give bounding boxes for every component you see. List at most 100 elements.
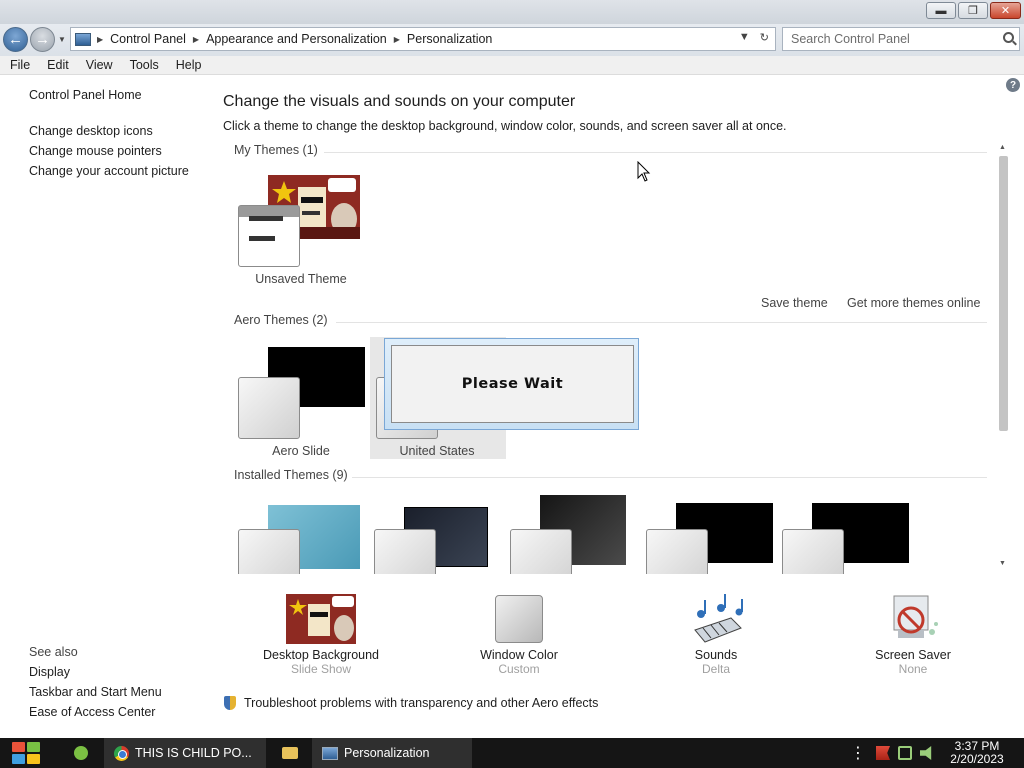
system-tray: ⋮ 3:37 PM 2/20/2023 <box>850 738 1024 768</box>
theme-installed-4[interactable] <box>646 503 778 574</box>
explorer-taskbar-button[interactable] <box>274 738 304 768</box>
control-panel-icon <box>75 32 91 46</box>
taskbar-app-label: THIS IS CHILD PO... <box>135 746 252 760</box>
theme-installed-1[interactable] <box>238 503 370 574</box>
change-mouse-pointers-link[interactable]: Change mouse pointers <box>29 144 162 158</box>
please-wait-text: Please Wait <box>391 345 634 423</box>
mouse-cursor-icon <box>637 161 651 182</box>
windows-logo-icon-part <box>27 742 40 752</box>
network-icon[interactable] <box>898 746 912 760</box>
personalization-taskbar-button[interactable]: Personalization <box>312 738 472 768</box>
window-controls: ▬ ❐ ✕ <box>926 2 1021 19</box>
bottom-label: Window Color <box>480 648 558 662</box>
menu-tools[interactable]: Tools <box>120 58 166 72</box>
theme-name: United States <box>399 444 475 458</box>
screen-saver-icon <box>878 594 948 646</box>
page-title: Change the visuals and sounds on your co… <box>223 93 576 110</box>
my-themes-label: My Themes (1) <box>234 143 318 157</box>
breadcrumb-control-panel[interactable]: Control Panel <box>110 32 186 46</box>
desktop-background-icon <box>286 594 356 646</box>
control-panel-icon <box>322 746 338 760</box>
troubleshoot-text: Troubleshoot problems with transparency … <box>244 696 599 710</box>
notepad-taskbar-button[interactable] <box>70 738 96 768</box>
title-bar: ▬ ❐ ✕ <box>0 0 1024 24</box>
breadcrumb[interactable]: ▶ Control Panel ▶ Appearance and Persona… <box>70 27 776 51</box>
flag-icon[interactable] <box>876 746 890 760</box>
screen-saver-button[interactable]: Screen Saver None <box>838 594 988 676</box>
bottom-sublabel: Delta <box>701 662 730 676</box>
control-panel-home-link[interactable]: Control Panel Home <box>29 88 142 102</box>
scrollbar-thumb[interactable] <box>999 156 1008 431</box>
menu-view[interactable]: View <box>76 58 120 72</box>
theme-installed-2[interactable] <box>374 503 506 574</box>
history-dropdown-icon[interactable]: ▼ <box>58 35 66 44</box>
maximize-button[interactable]: ❐ <box>958 2 988 19</box>
window-color-chip <box>510 529 572 574</box>
taskbar-start-menu-link[interactable]: Taskbar and Start Menu <box>29 685 162 699</box>
clock[interactable]: 3:37 PM 2/20/2023 <box>942 740 1012 766</box>
divider <box>324 152 987 153</box>
troubleshoot-link[interactable]: Troubleshoot problems with transparency … <box>224 696 598 710</box>
overflow-menu-icon[interactable]: ⋮ <box>850 743 866 763</box>
refresh-icon[interactable]: ↻ <box>760 31 769 44</box>
window-color-chip <box>646 529 708 574</box>
close-button[interactable]: ✕ <box>990 2 1021 19</box>
installed-themes-label: Installed Themes (9) <box>234 468 348 482</box>
theme-installed-5[interactable] <box>782 503 914 574</box>
search-placeholder: Search Control Panel <box>791 32 910 46</box>
search-icon[interactable] <box>1003 32 1014 43</box>
bottom-sublabel: Slide Show <box>290 662 352 676</box>
help-icon[interactable]: ? <box>1006 78 1020 92</box>
scroll-down-icon[interactable]: ▼ <box>999 560 1006 567</box>
please-wait-dialog: Please Wait <box>384 338 639 430</box>
divider <box>336 322 987 323</box>
save-theme-link[interactable]: Save theme <box>761 296 828 310</box>
windows-logo-icon <box>12 742 25 752</box>
search-input[interactable]: Search Control Panel <box>782 27 1020 51</box>
ease-of-access-link[interactable]: Ease of Access Center <box>29 705 155 719</box>
theme-name: Aero Slide <box>272 444 330 458</box>
address-dropdown-icon[interactable]: ▼ <box>739 31 750 44</box>
scroll-up-icon[interactable]: ▲ <box>999 144 1006 151</box>
menu-help[interactable]: Help <box>166 58 209 72</box>
bottom-label: Screen Saver <box>875 648 951 662</box>
breadcrumb-personalization[interactable]: Personalization <box>407 32 492 46</box>
window-color-chip <box>238 529 300 574</box>
chrome-icon <box>114 745 129 761</box>
menu-edit[interactable]: Edit <box>37 58 76 72</box>
divider <box>352 477 987 478</box>
shield-icon <box>224 696 236 710</box>
minimize-button[interactable]: ▬ <box>926 2 956 19</box>
back-button[interactable]: ← <box>3 27 28 52</box>
display-link[interactable]: Display <box>29 665 70 679</box>
breadcrumb-appearance[interactable]: Appearance and Personalization <box>206 32 387 46</box>
theme-unsaved[interactable]: Unsaved Theme <box>238 175 370 295</box>
see-also-title: See also <box>29 645 78 659</box>
window-color-chip <box>238 205 300 267</box>
chevron-right-icon[interactable]: ▶ <box>97 35 103 44</box>
get-more-themes-link[interactable]: Get more themes online <box>847 296 980 310</box>
window-color-chip <box>782 529 844 574</box>
sounds-button[interactable]: Sounds Delta <box>641 594 791 676</box>
window-color-button[interactable]: Window Color Custom <box>444 594 594 676</box>
taskbar-app-label: Personalization <box>344 746 430 760</box>
theme-installed-3[interactable] <box>510 495 642 574</box>
bottom-sublabel: None <box>898 662 928 676</box>
window-color-icon <box>484 594 554 646</box>
desktop-background-button[interactable]: Desktop Background Slide Show <box>246 594 396 676</box>
chevron-right-icon[interactable]: ▶ <box>394 35 400 44</box>
forward-button[interactable]: → <box>30 27 55 52</box>
menu-file[interactable]: File <box>0 58 37 72</box>
notes-app-icon <box>74 746 88 760</box>
arrow-left-icon: ← <box>8 31 23 48</box>
theme-aero-slide[interactable]: Aero Slide <box>238 347 370 467</box>
volume-icon[interactable] <box>920 746 932 760</box>
start-button[interactable] <box>10 738 42 768</box>
change-desktop-icons-link[interactable]: Change desktop icons <box>29 124 153 138</box>
chevron-right-icon[interactable]: ▶ <box>193 35 199 44</box>
change-account-picture-link[interactable]: Change your account picture <box>29 164 189 178</box>
chrome-taskbar-button[interactable]: THIS IS CHILD PO... <box>104 738 266 768</box>
themes-scrollbar[interactable]: ▲ ▼ <box>995 144 1011 574</box>
window-color-chip <box>374 529 436 574</box>
window-color-chip <box>238 377 300 439</box>
